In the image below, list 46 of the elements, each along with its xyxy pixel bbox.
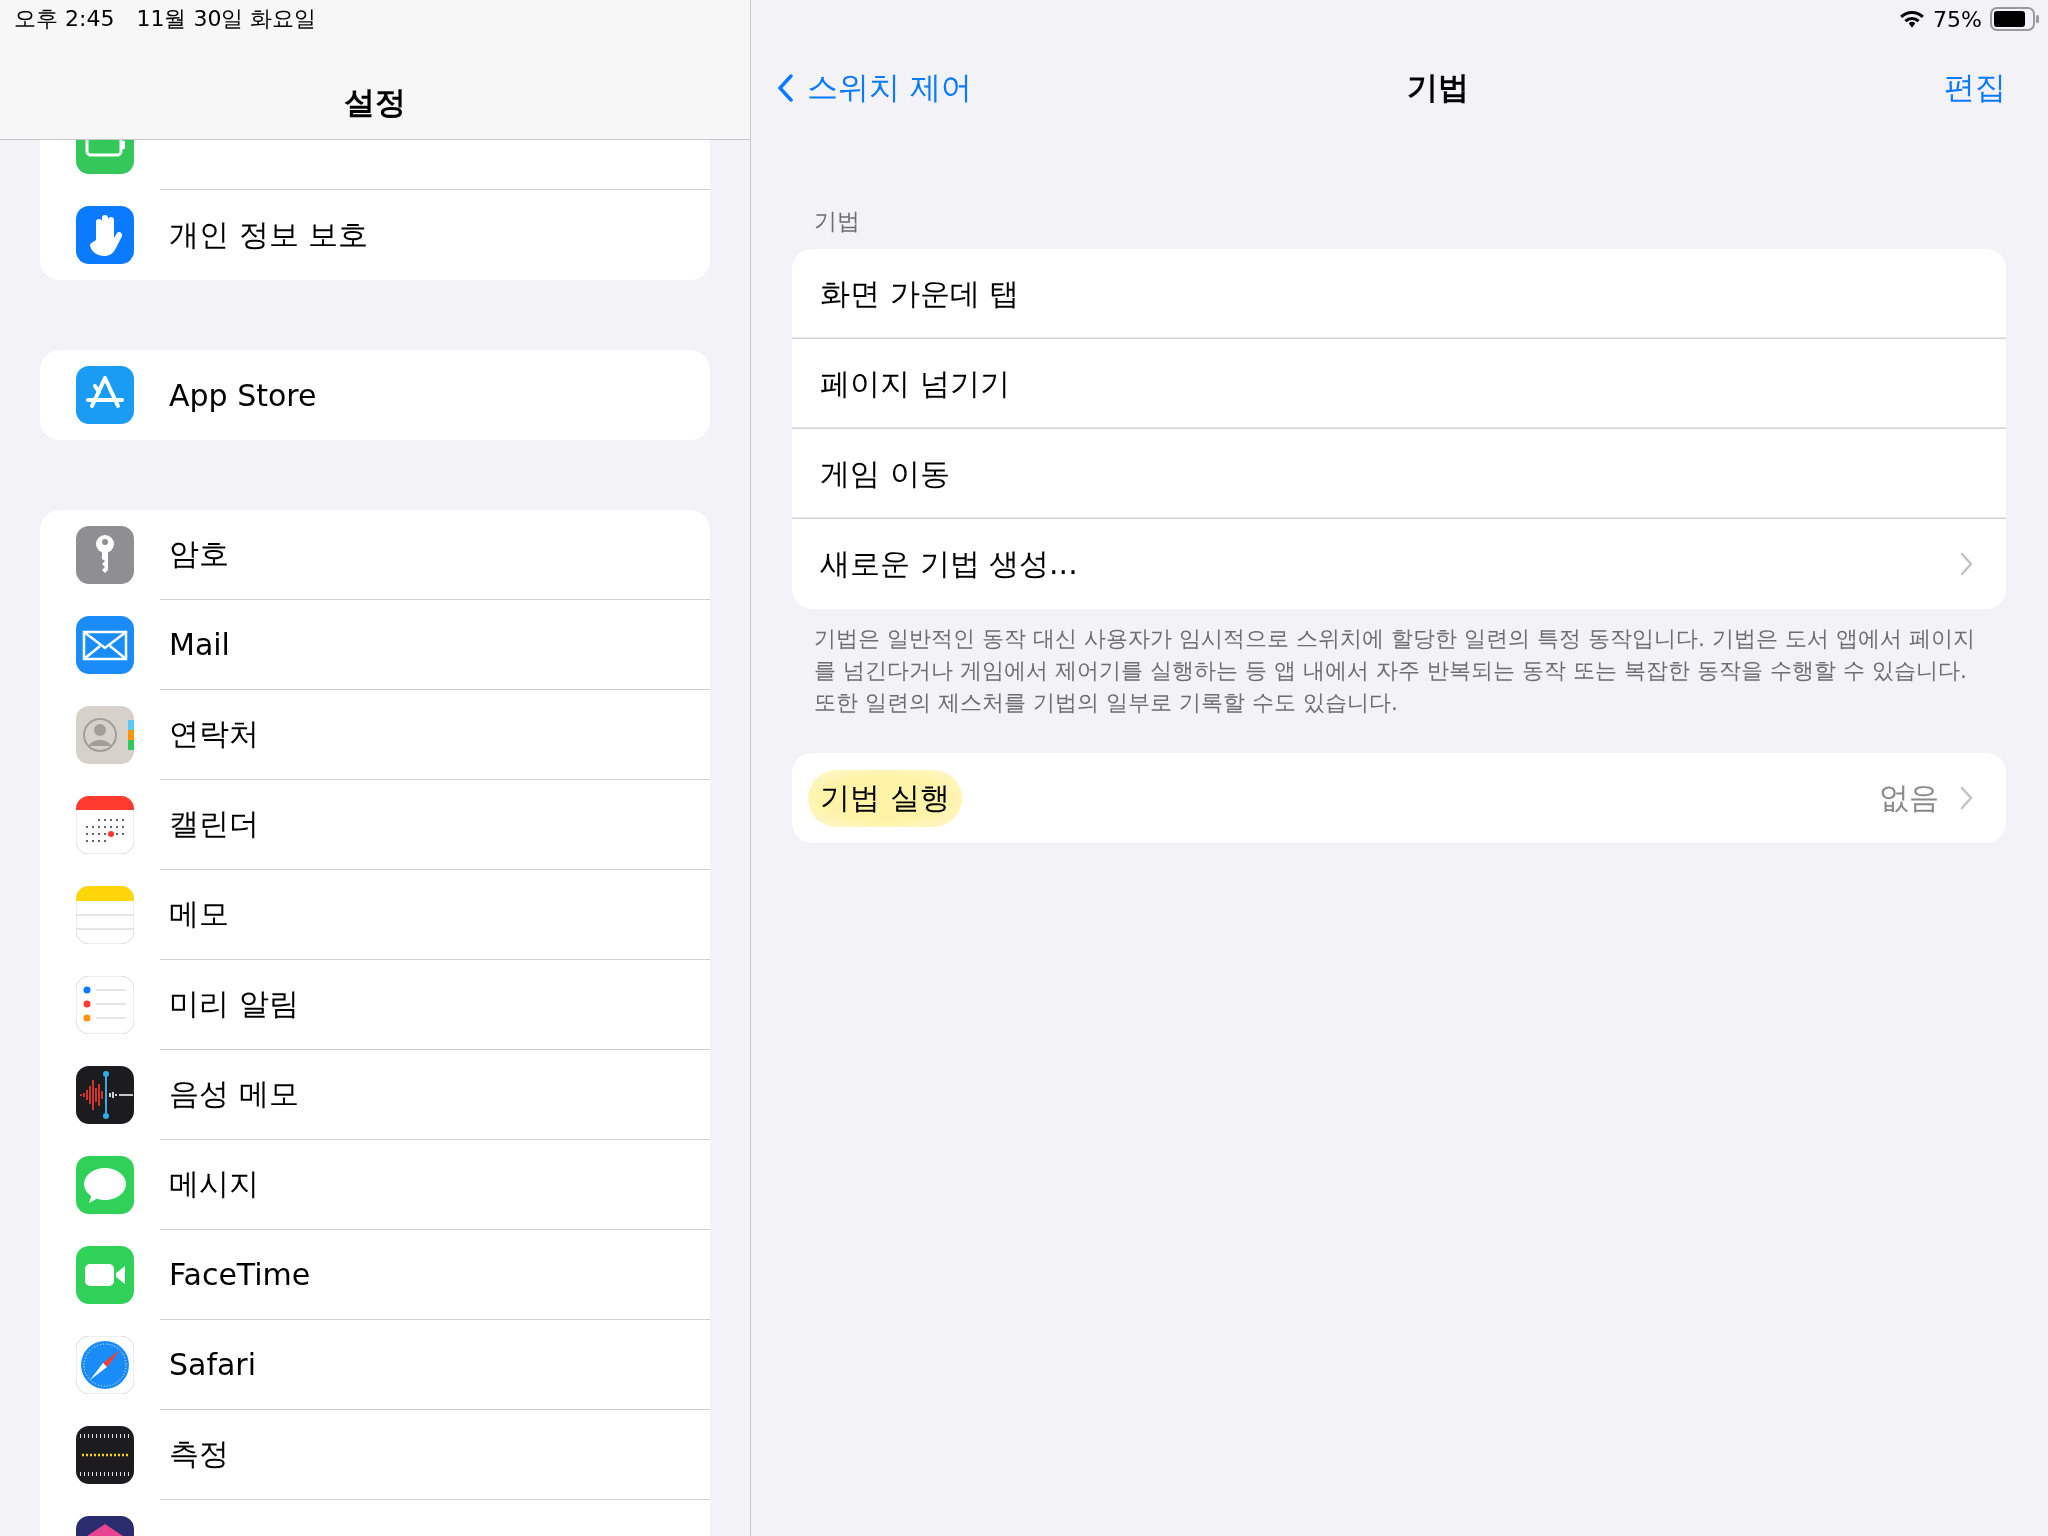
settings-item[interactable]: 암호	[160, 510, 710, 600]
contact-card-icon	[76, 706, 134, 764]
ruler-icon	[76, 1426, 134, 1484]
gesture-item[interactable]: 새로운 기법 생성...	[820, 543, 1959, 585]
chevron-right-icon	[1959, 786, 1974, 810]
envelope-icon	[76, 616, 134, 674]
row-value: 없음	[1878, 778, 1940, 817]
compass-icon	[76, 1336, 134, 1394]
settings-item[interactable]: 측정	[160, 1410, 710, 1500]
back-button[interactable]: 스위치 제어	[777, 67, 972, 109]
settings-item[interactable]: Mail	[160, 600, 710, 690]
edit-button[interactable]: 편집	[1944, 67, 2006, 109]
gesture-item[interactable]: 화면 가운데 탭	[820, 273, 1974, 315]
waveform-icon	[76, 1066, 134, 1124]
app-store-icon	[76, 366, 134, 424]
checklist-icon	[76, 976, 134, 1034]
settings-item[interactable]: 연락처	[160, 690, 710, 780]
section-header: 기법	[813, 207, 861, 236]
key-icon	[76, 526, 134, 584]
gesture-item[interactable]: 게임 이동	[820, 453, 1974, 495]
settings-item[interactable]: Safari	[160, 1320, 710, 1410]
settings-item[interactable]: FaceTime	[160, 1230, 710, 1320]
settings-item[interactable]: 음성 메모	[160, 1050, 710, 1140]
settings-item[interactable]: 미리 알림	[160, 960, 710, 1050]
calendar-icon	[76, 796, 134, 854]
status-time: 오후 2:45	[14, 5, 115, 33]
page-title: 기법	[1406, 68, 1469, 107]
notepad-icon	[76, 886, 134, 944]
chevron-left-icon	[777, 74, 793, 102]
speech-bubble-icon	[76, 1156, 134, 1214]
settings-item[interactable]: 개인 정보 보호	[160, 190, 710, 280]
footer-text: 기법은 일반적인 동작 대신 사용자가 임시적으로 스위치에 할당한 일련의 특정 동작입니다. 기법은 도서 앱에서 페이지를 넘긴다거나 게임에서 제어기를 실행하는 등 앱 내에서 자주 반복되는 동작 또는 복잡한 동작을 수행할 수 있습니다. 또한 일련의 제스처를 기법의 일부로 기록할 수도 있습니다.	[814, 625, 1976, 717]
battery-icon	[1990, 7, 2040, 31]
sidebar-title: 설정	[343, 83, 407, 122]
hand-icon	[76, 206, 134, 264]
wifi-icon	[1899, 9, 1926, 29]
chevron-right-icon	[1959, 552, 1974, 576]
settings-item[interactable]: 메시지	[160, 1140, 710, 1230]
settings-item[interactable]: 캘린더	[160, 780, 710, 870]
settings-item[interactable]: App Store	[160, 350, 710, 440]
run-gesture-item[interactable]: 기법 실행	[808, 769, 962, 827]
video-camera-icon	[76, 1246, 134, 1304]
settings-item[interactable]: 메모	[160, 870, 710, 960]
gesture-item[interactable]: 페이지 넘기기	[820, 363, 1974, 405]
battery-percent: 75%	[1933, 6, 1982, 32]
status-date: 11월 30일 화요일	[136, 5, 317, 33]
